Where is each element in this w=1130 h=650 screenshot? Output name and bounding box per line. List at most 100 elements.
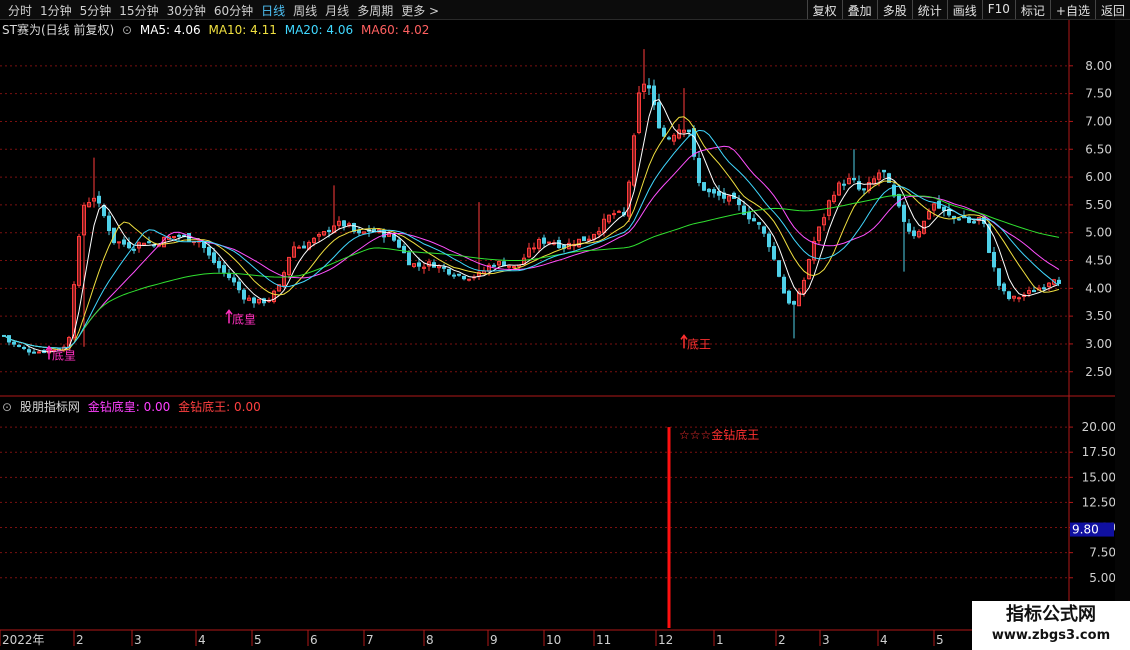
y-tick-label: 17.50 <box>1082 445 1116 459</box>
candle-body <box>612 213 616 216</box>
ma-line-ma60 <box>3 194 1060 349</box>
candle-body <box>397 239 401 248</box>
y-tick-label: 4.00 <box>1085 281 1112 295</box>
ma-line-ma10 <box>3 116 1060 351</box>
candle-body <box>237 281 241 291</box>
candle-body <box>912 230 916 237</box>
candle-body <box>992 251 996 268</box>
y-tick-label: 7.50 <box>1085 87 1112 101</box>
candle-body <box>252 297 256 304</box>
candle-body <box>667 137 671 140</box>
candle-body <box>447 268 451 275</box>
candle-body <box>687 129 691 133</box>
candle-body <box>532 247 536 250</box>
candle-body <box>752 218 756 222</box>
price-chart[interactable]: 2.50 3.00 3.50 4.00 4.50 5.00 5.50 6.00 6.50 7.00… <box>0 0 1130 650</box>
candle-body <box>207 247 211 256</box>
candle-body <box>327 229 331 233</box>
candle-body <box>997 268 1001 286</box>
candle-body <box>242 289 246 300</box>
candle-body <box>702 182 706 191</box>
current-value-label: 9.80 <box>1072 523 1099 537</box>
y-tick-label: 5.50 <box>1085 198 1112 212</box>
candle-body <box>957 218 961 221</box>
candle-body <box>382 229 386 238</box>
watermark: 指标公式网 www.zbgs3.com <box>972 601 1130 650</box>
x-tick-label: 10 <box>546 633 561 647</box>
candle-body <box>512 266 516 269</box>
candle-body <box>1057 279 1061 284</box>
candle-body <box>952 215 956 219</box>
x-tick-label: 9 <box>490 633 498 647</box>
candle-body <box>402 245 406 254</box>
candle-body <box>507 265 511 268</box>
candle-body <box>792 301 796 305</box>
y-tick-label: 3.00 <box>1085 337 1112 351</box>
candle-body <box>557 239 561 249</box>
candle-body <box>767 233 771 248</box>
x-tick-label: 4 <box>198 633 206 647</box>
right-side-strip <box>1115 20 1130 630</box>
x-tick-label: 2022年 <box>2 633 45 647</box>
x-tick-label: 11 <box>596 633 611 647</box>
candle-body <box>417 262 421 267</box>
candle-body <box>457 273 461 276</box>
y-tick-label: 2.50 <box>1085 365 1112 379</box>
candle-body <box>392 234 396 241</box>
x-tick-label: 6 <box>310 633 318 647</box>
candle-body <box>547 241 551 244</box>
y-tick-label: 5.00 <box>1089 571 1116 585</box>
candle-body <box>657 102 661 129</box>
y-tick-label: 3.50 <box>1085 309 1112 323</box>
candle-body <box>972 221 976 224</box>
candle-body <box>297 246 301 249</box>
candle-body <box>12 341 16 345</box>
x-tick-label: 12 <box>658 633 673 647</box>
candle-body <box>777 260 781 277</box>
candle-body <box>582 236 586 242</box>
x-tick-label: 3 <box>134 633 142 647</box>
candle-body <box>772 246 776 260</box>
candle-body <box>907 223 911 232</box>
y-tick-label: 6.50 <box>1085 142 1112 156</box>
x-tick-label: 2 <box>778 633 786 647</box>
candle-body <box>502 261 506 267</box>
candle-body <box>357 229 361 234</box>
candle-body <box>22 346 26 349</box>
candle-body <box>122 239 126 245</box>
candle-body <box>227 273 231 279</box>
candle-body <box>302 245 306 249</box>
candle-body <box>787 290 791 304</box>
candle-body <box>97 195 101 204</box>
x-tick-label: 5 <box>936 633 944 647</box>
candle-body <box>1007 291 1011 300</box>
candle-body <box>852 177 856 181</box>
candle-body <box>707 188 711 193</box>
y-tick-label: 7.50 <box>1089 546 1116 560</box>
candle-body <box>1017 297 1021 300</box>
ma-line-ma5 <box>3 98 1060 353</box>
candle-body <box>1002 283 1006 292</box>
candle-body <box>937 200 941 209</box>
signal-label: 底皇 <box>232 311 256 326</box>
candle-body <box>717 191 721 196</box>
candle-body <box>467 278 471 281</box>
y-tick-label: 15.00 <box>1082 470 1116 484</box>
y-tick-label: 7.00 <box>1085 114 1112 128</box>
y-tick-label: 12.50 <box>1082 495 1116 509</box>
candle-body <box>842 183 846 186</box>
candle-body <box>647 85 651 89</box>
signal-label: 底皇 <box>52 348 76 363</box>
candle-body <box>942 206 946 212</box>
x-tick-label: 8 <box>426 633 434 647</box>
candle-body <box>32 351 36 354</box>
candle-body <box>17 344 21 347</box>
candle-body <box>492 264 496 267</box>
candle-body <box>782 276 786 294</box>
candle-body <box>132 248 136 251</box>
watermark-line1: 指标公式网 <box>1006 604 1096 625</box>
x-tick-label: 4 <box>880 633 888 647</box>
candle-body <box>127 242 131 249</box>
candle-body <box>342 220 346 227</box>
x-tick-label: 7 <box>366 633 374 647</box>
